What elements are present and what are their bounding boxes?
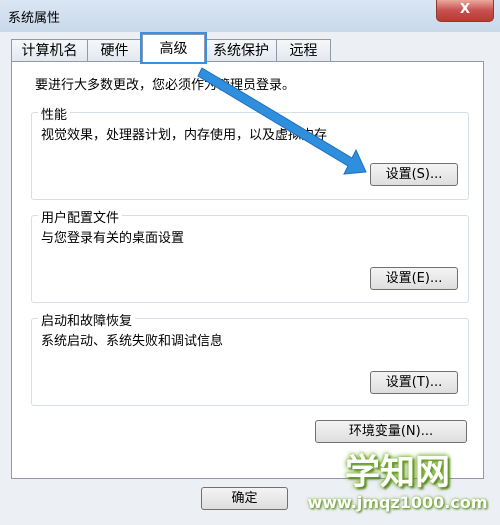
watermark: 学知网 www.jmqz1000.com: [300, 453, 495, 521]
advanced-tab-panel: 要进行大多数更改，您必须作为管理员登录。 性能 视觉效果，处理器计划，内存使用，…: [11, 61, 484, 479]
window-title: 系统属性: [8, 11, 61, 26]
tab-strip: 计算机名 硬件 高级 系统保护 远程: [11, 32, 491, 64]
watermark-url: www.jmqz1000.com: [307, 493, 488, 512]
watermark-main: 学知网: [344, 452, 450, 493]
user-profiles-title: 用户配置文件: [38, 207, 123, 226]
startup-recovery-description: 系统启动、系统失败和调试信息: [41, 334, 224, 349]
admin-note: 要进行大多数更改，您必须作为管理员登录。: [35, 78, 296, 93]
user-profiles-settings-button[interactable]: 设置(E)...: [370, 267, 458, 290]
performance-description: 视觉效果，处理器计划，内存使用，以及虚拟内存: [41, 128, 328, 143]
title-bar: 系统属性 X: [0, 0, 500, 32]
startup-recovery-title: 启动和故障恢复: [38, 310, 136, 329]
ok-button[interactable]: 确定: [201, 487, 288, 510]
environment-variables-button[interactable]: 环境变量(N)...: [315, 420, 467, 443]
tab-hardware[interactable]: 硬件: [87, 39, 142, 61]
performance-title: 性能: [38, 104, 71, 123]
user-profiles-description: 与您登录有关的桌面设置: [41, 231, 185, 246]
tab-remote[interactable]: 远程: [276, 39, 331, 61]
startup-recovery-group: 启动和故障恢复 系统启动、系统失败和调试信息 设置(T)...: [31, 310, 469, 406]
tab-system-protection[interactable]: 系统保护: [205, 39, 277, 61]
performance-group: 性能 视觉效果，处理器计划，内存使用，以及虚拟内存 设置(S)...: [31, 104, 469, 200]
tab-computer-name[interactable]: 计算机名: [11, 39, 88, 61]
tab-advanced[interactable]: 高级: [140, 32, 207, 64]
performance-settings-button[interactable]: 设置(S)...: [370, 163, 458, 186]
close-button[interactable]: X: [436, 0, 494, 22]
user-profiles-group: 用户配置文件 与您登录有关的桌面设置 设置(E)...: [31, 207, 469, 303]
startup-recovery-settings-button[interactable]: 设置(T)...: [370, 371, 458, 394]
